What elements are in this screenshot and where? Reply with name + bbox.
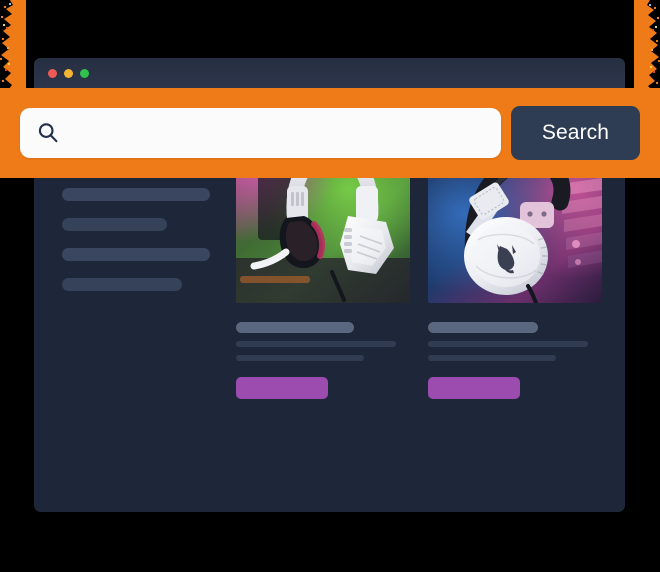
search-icon [36, 121, 60, 145]
product-card[interactable] [236, 140, 410, 512]
torn-edge-left [0, 0, 26, 90]
torn-edge-right [634, 0, 660, 90]
product-text-skeleton-line [236, 341, 396, 347]
product-text-skeleton-line [428, 341, 588, 347]
sidebar-skeleton-row [62, 188, 210, 201]
sidebar-skeleton-row [62, 278, 182, 291]
product-text-skeleton-line [428, 355, 556, 361]
search-bar-row: Search [0, 88, 660, 178]
close-dot[interactable] [48, 69, 57, 78]
product-title-skeleton [236, 322, 354, 333]
sidebar-skeleton-row [62, 248, 210, 261]
product-card[interactable] [428, 140, 602, 512]
search-button[interactable]: Search [511, 106, 640, 160]
product-text-skeleton-line [236, 355, 364, 361]
minimize-dot[interactable] [64, 69, 73, 78]
browser-titlebar [34, 58, 625, 89]
search-input[interactable] [70, 107, 485, 159]
product-title-skeleton [428, 322, 538, 333]
sidebar-skeleton-row [62, 218, 167, 231]
maximize-dot[interactable] [80, 69, 89, 78]
search-field[interactable] [20, 107, 501, 159]
product-action-button[interactable] [236, 377, 328, 399]
product-action-button[interactable] [428, 377, 520, 399]
screenshot-stage: Search [0, 0, 660, 572]
traffic-light-group [48, 69, 89, 78]
